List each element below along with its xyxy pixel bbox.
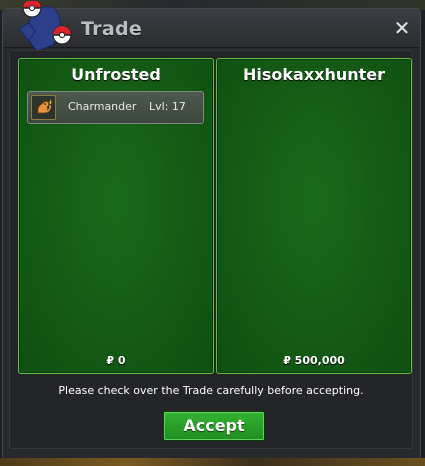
accept-button[interactable]: Accept — [163, 411, 265, 441]
trade-window: Trade ✕ Unfrosted Charmander Lvl: 17 ₽ 0… — [2, 1, 421, 460]
their-player-name: Hisokaxxhunter — [242, 65, 386, 84]
charmander-icon — [31, 95, 56, 120]
my-player-name: Unfrosted — [71, 65, 161, 84]
pokemon-level: Lvl: 17 — [149, 100, 186, 113]
window-title: Trade — [81, 18, 143, 40]
their-offer-panel: Hisokaxxhunter ₽ 500,000 — [216, 58, 412, 374]
background-bottom-strip — [0, 458, 425, 466]
close-icon[interactable]: ✕ — [392, 18, 412, 38]
my-offer-panel: Unfrosted Charmander Lvl: 17 ₽ 0 — [18, 58, 214, 374]
trade-content: Unfrosted Charmander Lvl: 17 ₽ 0 Hisokax… — [9, 50, 413, 449]
my-money-offer: ₽ 0 — [106, 354, 126, 367]
pokemon-name: Charmander — [68, 100, 137, 113]
offered-pokemon-item[interactable]: Charmander Lvl: 17 — [27, 91, 204, 124]
their-money-offer: ₽ 500,000 — [283, 354, 345, 367]
trade-notice: Please check over the Trade carefully be… — [58, 384, 364, 397]
